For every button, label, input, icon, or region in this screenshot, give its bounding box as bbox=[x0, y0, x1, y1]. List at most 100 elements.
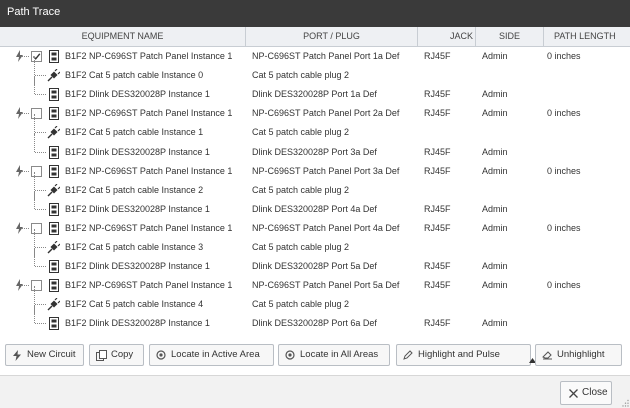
cell-port-plug: Cat 5 patch cable plug 2 bbox=[252, 299, 350, 309]
tree-connector bbox=[35, 323, 46, 324]
cell-port-plug: Dlink DES320028P Port 1a Def bbox=[252, 89, 377, 99]
switch-icon bbox=[49, 260, 59, 273]
cell-equipment-name: B1F2 Cat 5 patch cable Instance 0 bbox=[65, 70, 204, 80]
cell-jack: RJ45F bbox=[424, 147, 451, 157]
tree-row[interactable]: B1F2 NP-C696ST Patch Panel Instance 1 NP-… bbox=[0, 47, 630, 66]
close-label: Close bbox=[582, 387, 608, 398]
lightning-icon bbox=[13, 350, 21, 361]
path-trace-tree-grid[interactable]: B1F2 NP-C696ST Patch Panel Instance 1 NP-… bbox=[0, 47, 630, 334]
patch-panel-icon bbox=[49, 222, 59, 235]
eraser-icon bbox=[542, 351, 552, 360]
close-icon bbox=[569, 389, 578, 398]
copy-label: Copy bbox=[111, 349, 134, 360]
cell-side: Admin bbox=[482, 147, 508, 157]
cell-port-plug: Cat 5 patch cable plug 2 bbox=[252, 242, 350, 252]
cell-jack: RJ45F bbox=[424, 223, 451, 233]
tree-row[interactable]: B1F2 Dlink DES320028P Instance 1 Dlink DE… bbox=[0, 76, 630, 104]
patch-panel-icon bbox=[49, 165, 59, 178]
cell-path-length: 0 inches bbox=[547, 223, 581, 233]
copy-button[interactable]: Copy bbox=[89, 344, 144, 366]
cell-path-length: 0 inches bbox=[547, 166, 581, 176]
column-header-jack[interactable]: JACK bbox=[418, 27, 476, 47]
switch-icon bbox=[49, 88, 59, 101]
tree-connector bbox=[35, 152, 46, 153]
cell-path-length: 0 inches bbox=[547, 280, 581, 290]
tree-row[interactable]: B1F2 NP-C696ST Patch Panel Instance 1 NP-… bbox=[0, 276, 630, 295]
tree-connector bbox=[34, 305, 35, 323]
action-toolbar: New Circuit Copy Locate in Active Area L… bbox=[0, 339, 630, 369]
cell-port-plug: NP-C696ST Patch Panel Port 3a Def bbox=[252, 166, 400, 176]
cell-port-plug: NP-C696ST Patch Panel Port 5a Def bbox=[252, 280, 400, 290]
cell-side: Admin bbox=[482, 204, 508, 214]
column-header-side[interactable]: SIDE bbox=[476, 27, 544, 47]
tree-connector bbox=[35, 94, 46, 95]
cell-port-plug: NP-C696ST Patch Panel Port 2a Def bbox=[252, 108, 400, 118]
tree-row[interactable]: B1F2 Dlink DES320028P Instance 1 Dlink DE… bbox=[0, 248, 630, 276]
cell-side: Admin bbox=[482, 89, 508, 99]
lightning-icon[interactable] bbox=[15, 222, 24, 234]
tree-row[interactable]: B1F2 NP-C696ST Patch Panel Instance 1 NP-… bbox=[0, 162, 630, 181]
new-circuit-button[interactable]: New Circuit bbox=[5, 344, 84, 366]
highlight-and-pulse-button[interactable]: Highlight and Pulse bbox=[396, 344, 536, 366]
switch-icon bbox=[49, 146, 59, 159]
tree-row[interactable]: B1F2 NP-C696ST Patch Panel Instance 1 NP-… bbox=[0, 104, 630, 123]
dialog-title-bar[interactable]: Path Trace bbox=[0, 0, 630, 27]
cell-equipment-name: B1F2 NP-C696ST Patch Panel Instance 1 bbox=[65, 166, 233, 176]
cell-port-plug: Dlink DES320028P Port 6a Def bbox=[252, 318, 377, 328]
tree-row[interactable]: B1F2 Cat 5 patch cable Instance 1 Cat 5 p… bbox=[0, 114, 630, 142]
cell-equipment-name: B1F2 Dlink DES320028P Instance 1 bbox=[65, 204, 210, 214]
cell-side: Admin bbox=[482, 108, 508, 118]
column-header-path-length[interactable]: PATH LENGTH bbox=[544, 27, 628, 47]
tree-connector bbox=[34, 134, 35, 152]
switch-icon bbox=[49, 317, 59, 330]
unhighlight-button[interactable]: Unhighlight bbox=[535, 344, 622, 366]
grid-header: EQUIPMENT NAME PORT / PLUG JACK SIDE PAT… bbox=[0, 27, 630, 47]
cell-side: Admin bbox=[482, 261, 508, 271]
tree-row[interactable]: B1F2 Dlink DES320028P Instance 1 Dlink DE… bbox=[0, 305, 630, 333]
lightning-icon[interactable] bbox=[15, 50, 24, 62]
cell-port-plug: Cat 5 patch cable plug 2 bbox=[252, 70, 350, 80]
row-checkbox[interactable] bbox=[31, 51, 42, 62]
tree-connector bbox=[34, 191, 35, 209]
locate-in-all-areas-label: Locate in All Areas bbox=[300, 349, 379, 360]
tree-row[interactable]: B1F2 Dlink DES320028P Instance 1 Dlink DE… bbox=[0, 191, 630, 219]
cell-side: Admin bbox=[482, 166, 508, 176]
resize-grip-icon[interactable] bbox=[621, 399, 629, 407]
tree-row[interactable]: B1F2 Cat 5 patch cable Instance 0 Cat 5 p… bbox=[0, 57, 630, 85]
locate-in-active-area-button[interactable]: Locate in Active Area bbox=[149, 344, 274, 366]
close-button[interactable]: Close bbox=[560, 381, 612, 405]
column-header-port[interactable]: PORT / PLUG bbox=[246, 27, 418, 47]
cell-jack: RJ45F bbox=[424, 204, 451, 214]
cell-path-length: 0 inches bbox=[547, 108, 581, 118]
row-checkbox[interactable] bbox=[31, 223, 42, 234]
patch-panel-icon bbox=[49, 107, 59, 120]
column-header-equipment[interactable]: EQUIPMENT NAME bbox=[0, 27, 246, 47]
pencil-icon bbox=[403, 350, 413, 360]
cell-port-plug: NP-C696ST Patch Panel Port 1a Def bbox=[252, 51, 400, 61]
tree-row[interactable]: B1F2 Cat 5 patch cable Instance 3 Cat 5 p… bbox=[0, 229, 630, 257]
cell-jack: RJ45F bbox=[424, 280, 451, 290]
cell-path-length: 0 inches bbox=[547, 51, 581, 61]
tree-row[interactable]: B1F2 Cat 5 patch cable Instance 4 Cat 5 p… bbox=[0, 286, 630, 314]
lightning-icon[interactable] bbox=[15, 165, 24, 177]
cell-equipment-name: B1F2 Dlink DES320028P Instance 1 bbox=[65, 261, 210, 271]
row-checkbox[interactable] bbox=[31, 108, 42, 119]
switch-icon bbox=[49, 203, 59, 216]
row-checkbox[interactable] bbox=[31, 166, 42, 177]
cell-port-plug: Dlink DES320028P Port 5a Def bbox=[252, 261, 377, 271]
patch-panel-icon bbox=[49, 50, 59, 63]
row-checkbox[interactable] bbox=[31, 280, 42, 291]
tree-connector bbox=[34, 76, 35, 94]
cell-jack: RJ45F bbox=[424, 51, 451, 61]
lightning-icon[interactable] bbox=[15, 107, 24, 119]
lightning-icon[interactable] bbox=[15, 279, 24, 291]
cell-equipment-name: B1F2 Cat 5 patch cable Instance 3 bbox=[65, 242, 204, 252]
tree-connector bbox=[35, 209, 46, 210]
new-circuit-label: New Circuit bbox=[27, 349, 76, 360]
tree-connector bbox=[35, 190, 46, 191]
tree-row[interactable]: B1F2 Dlink DES320028P Instance 1 Dlink DE… bbox=[0, 134, 630, 162]
cell-jack: RJ45F bbox=[424, 108, 451, 118]
locate-in-all-areas-button[interactable]: Locate in All Areas bbox=[278, 344, 390, 366]
tree-row[interactable]: B1F2 Cat 5 patch cable Instance 2 Cat 5 p… bbox=[0, 172, 630, 200]
tree-row[interactable]: B1F2 NP-C696ST Patch Panel Instance 1 NP-… bbox=[0, 219, 630, 238]
